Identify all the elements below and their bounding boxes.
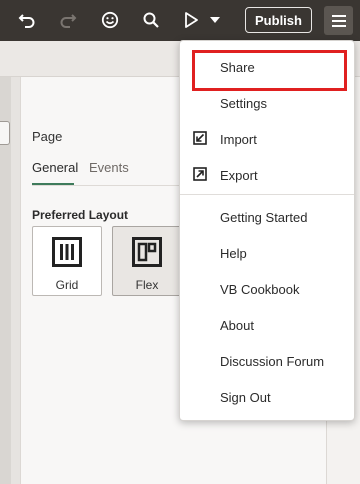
preferred-layout-title: Preferred Layout xyxy=(32,208,129,222)
more-menu-button[interactable] xyxy=(324,6,353,35)
layout-option-flex[interactable]: Flex xyxy=(112,226,182,296)
menu-item-label: Import xyxy=(220,131,257,147)
caret-down-icon xyxy=(210,17,220,23)
menu-item-settings[interactable]: Settings xyxy=(180,85,354,121)
menu-item-label: Share xyxy=(220,59,255,75)
export-icon xyxy=(193,167,207,181)
grid-layout-icon xyxy=(52,237,82,267)
play-icon xyxy=(185,12,198,28)
menu-divider xyxy=(180,194,354,195)
left-panel-edge xyxy=(0,77,11,484)
layout-option-label: Grid xyxy=(55,278,79,292)
layout-option-grid[interactable]: Grid xyxy=(32,226,102,296)
smiley-icon xyxy=(101,11,119,29)
undo-button[interactable] xyxy=(12,6,42,34)
main-menu-dropdown: Share Settings Import Export Getting Sta… xyxy=(179,40,355,421)
menu-item-vb-cookbook[interactable]: VB Cookbook xyxy=(180,271,354,307)
run-options-button[interactable] xyxy=(202,6,228,34)
menu-item-share[interactable]: Share xyxy=(180,49,354,91)
redo-icon xyxy=(60,14,77,28)
menu-item-help[interactable]: Help xyxy=(180,235,354,271)
menu-item-label: Export xyxy=(220,167,258,183)
hamburger-menu-icon xyxy=(331,14,346,27)
left-panel-toggle[interactable] xyxy=(0,121,10,145)
menu-item-label: Settings xyxy=(220,95,267,111)
menu-item-label: Getting Started xyxy=(220,209,308,225)
menu-item-export[interactable]: Export xyxy=(180,157,354,193)
tab-events[interactable]: Events xyxy=(89,160,129,175)
feedback-button[interactable] xyxy=(95,6,125,34)
menu-item-label: About xyxy=(220,317,254,333)
menu-item-label: Sign Out xyxy=(220,389,271,405)
menu-item-import[interactable]: Import xyxy=(180,121,354,157)
layout-option-label: Flex xyxy=(135,278,159,292)
menu-item-sign-out[interactable]: Sign Out xyxy=(180,379,354,415)
publish-button[interactable]: Publish xyxy=(245,7,312,33)
tab-general[interactable]: General xyxy=(32,160,78,175)
menu-item-label: Discussion Forum xyxy=(220,353,325,369)
search-button[interactable] xyxy=(136,6,166,34)
top-toolbar: Publish xyxy=(0,0,360,41)
menu-item-about[interactable]: About xyxy=(180,307,354,343)
search-icon xyxy=(143,12,159,28)
menu-item-getting-started[interactable]: Getting Started xyxy=(180,199,354,235)
redo-button[interactable] xyxy=(53,6,83,34)
flex-layout-icon xyxy=(132,237,162,267)
panel-title: Page xyxy=(32,129,63,144)
menu-item-discussion-forum[interactable]: Discussion Forum xyxy=(180,343,354,379)
undo-icon xyxy=(18,14,35,28)
menu-item-label: Help xyxy=(220,245,247,261)
import-icon xyxy=(193,131,207,145)
menu-item-label: VB Cookbook xyxy=(220,281,300,297)
